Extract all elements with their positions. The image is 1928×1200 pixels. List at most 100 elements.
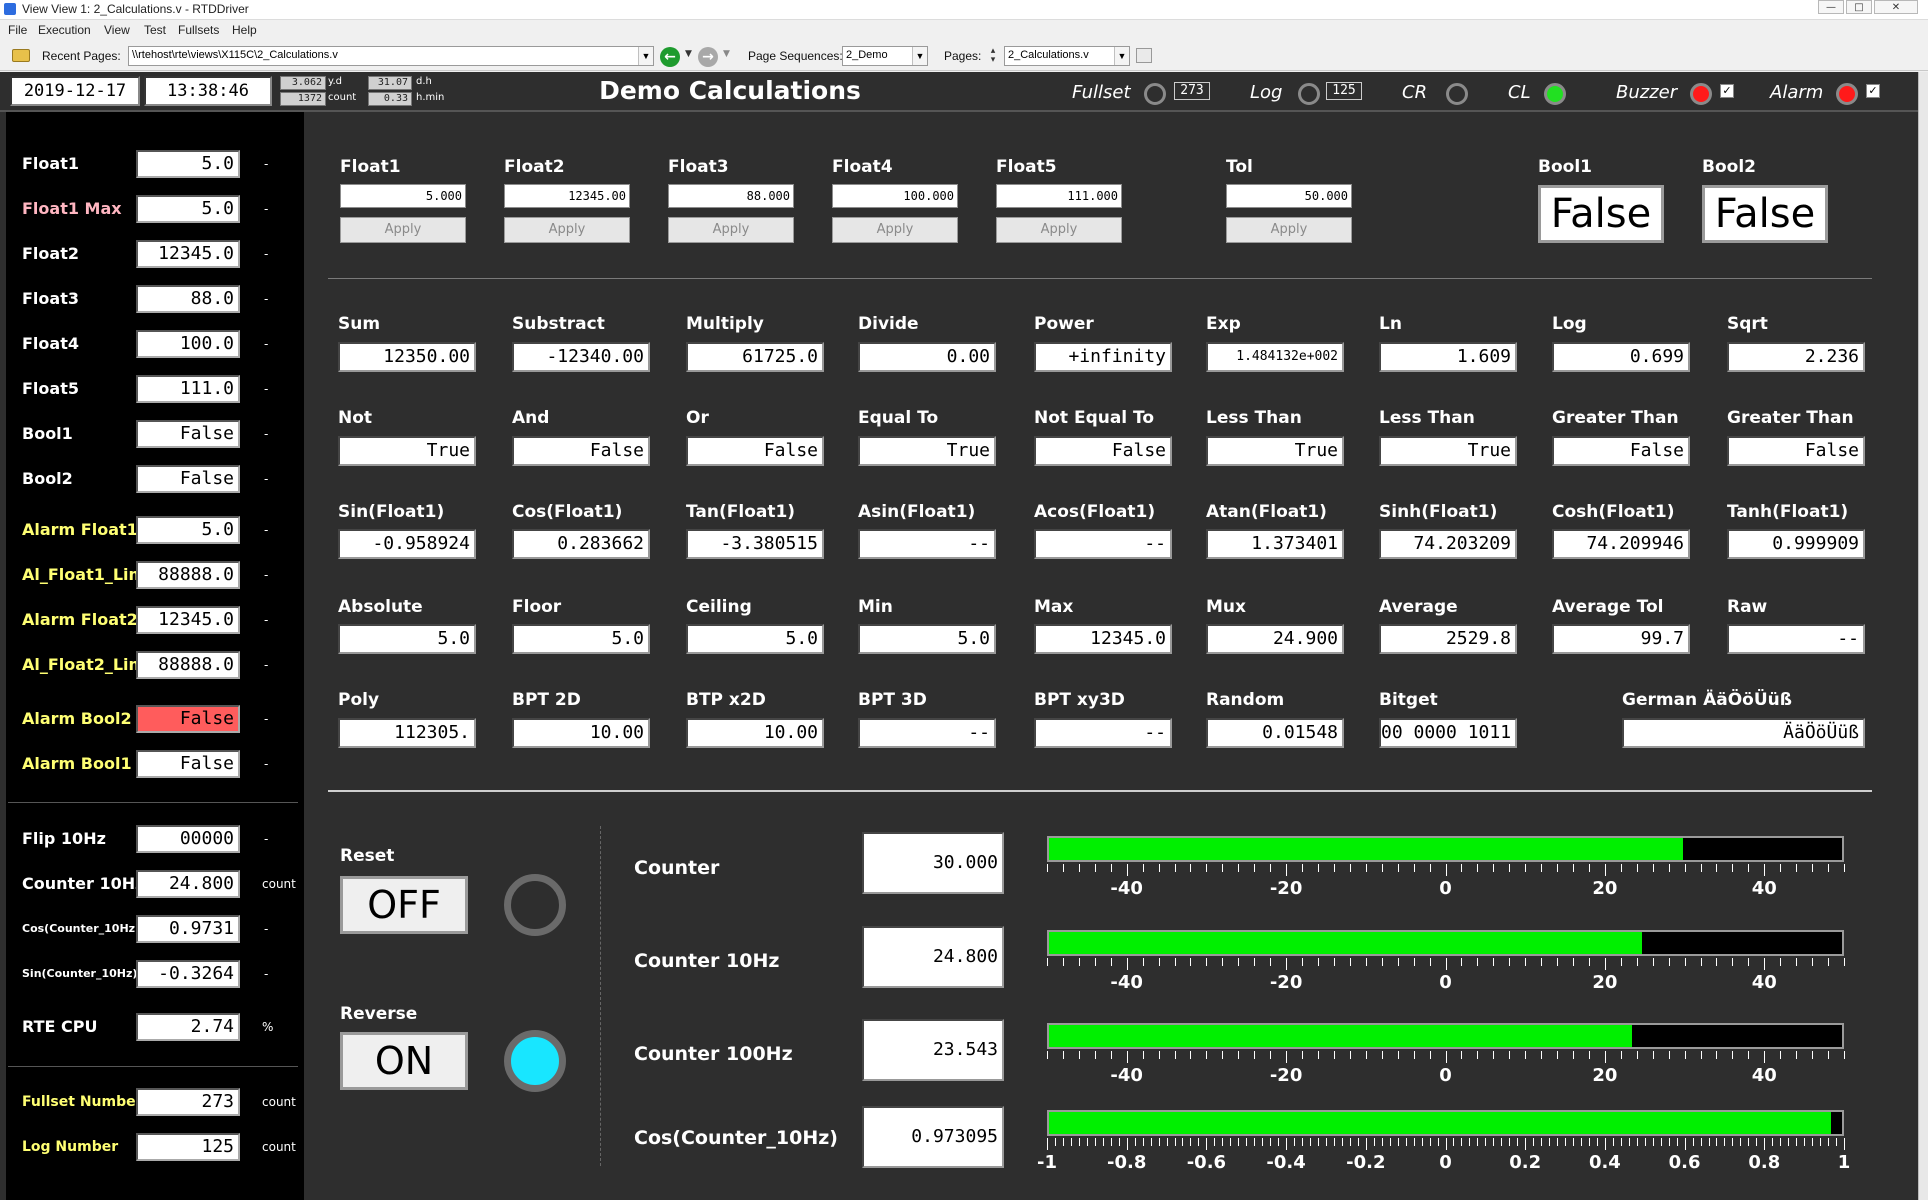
gauge-tick: [1684, 1138, 1686, 1150]
gauge-tick: [1541, 1051, 1543, 1059]
page-sequence-combo[interactable]: 2_Demo ▼: [842, 46, 928, 66]
gauge-tick: [1182, 1138, 1184, 1146]
bool2-button[interactable]: False: [1702, 185, 1828, 243]
gauge-tick: [1206, 958, 1208, 966]
gauge-tick: [1780, 1051, 1782, 1059]
menu-help[interactable]: Help: [232, 23, 257, 37]
gauge-tick: [1612, 1138, 1614, 1146]
menu-view[interactable]: View: [104, 23, 130, 37]
gauge-tick: [1421, 1138, 1423, 1146]
gauge-tick: [1533, 1138, 1535, 1146]
gauge-tick: [1477, 1051, 1479, 1059]
gauge-tick: [1684, 1051, 1686, 1059]
menu-fullsets[interactable]: Fullsets: [178, 23, 219, 37]
result-value-atan-float1: 1.373401: [1206, 529, 1344, 559]
reset-toggle-button[interactable]: OFF: [340, 876, 468, 934]
gauge-tick: [1565, 1138, 1567, 1146]
result-label-mux: Mux: [1206, 597, 1246, 617]
apply-button-float3[interactable]: Apply: [668, 217, 794, 243]
uptime-minutes: 0.33: [368, 92, 412, 106]
open-folder-icon[interactable]: [12, 49, 30, 62]
menu-test[interactable]: Test: [144, 23, 166, 37]
gauge-tick: [1397, 1138, 1399, 1146]
gauge-tick: [1580, 1138, 1582, 1146]
spinner-icon[interactable]: ▴ ▾: [986, 47, 1000, 67]
gauge-tick-label: -20: [1269, 1065, 1303, 1086]
chevron-down-icon[interactable]: ▼: [638, 47, 653, 65]
result-label-asin-float1: Asin(Float1): [858, 502, 976, 522]
input-field-float2[interactable]: 12345.00: [504, 184, 630, 208]
maximize-button[interactable]: □: [1846, 0, 1872, 14]
apply-button-float5[interactable]: Apply: [996, 217, 1122, 243]
gauge-tick: [1668, 1051, 1670, 1059]
bool1-button[interactable]: False: [1538, 185, 1664, 243]
input-field-float5[interactable]: 111.000: [996, 184, 1122, 208]
gauge-tick: [1557, 864, 1559, 872]
gauge-tick: [1078, 1138, 1080, 1146]
gauge-tick: [1604, 1138, 1606, 1150]
result-value-btp-x2d: 10.00: [686, 718, 824, 748]
gauge-bar-counter-100hz: [1047, 1023, 1844, 1049]
gauge-tick-label: -0.8: [1107, 1152, 1147, 1173]
gauge-tick: [1062, 958, 1064, 966]
result-label-sqrt: Sqrt: [1727, 314, 1768, 334]
chevron-down-icon[interactable]: ▼: [685, 49, 692, 59]
reset-label: Reset: [340, 846, 395, 866]
apply-button-float2[interactable]: Apply: [504, 217, 630, 243]
gauge-tick: [1102, 1138, 1104, 1146]
gauge-label-counter-10hz: Counter 10Hz: [634, 950, 780, 972]
input-field-float1[interactable]: 5.000: [340, 184, 466, 208]
result-label-cos-float1: Cos(Float1): [512, 502, 623, 522]
page-settings-icon[interactable]: [1136, 48, 1152, 63]
gauge-tick: [1588, 958, 1590, 966]
input-label-float2: Float2: [504, 157, 565, 177]
bool2-label: Bool2: [1702, 157, 1756, 177]
pages-combo[interactable]: 2_Calculations.v ▼: [1004, 46, 1130, 66]
result-label-divide: Divide: [858, 314, 919, 334]
gauge-tick: [1820, 1138, 1822, 1146]
chevron-down-icon[interactable]: ▼: [912, 47, 927, 65]
gauge-tick: [1764, 864, 1766, 876]
apply-button-tol[interactable]: Apply: [1226, 217, 1352, 243]
left-unit-flip-10hz: -: [264, 832, 269, 846]
back-arrow-icon[interactable]: ←: [660, 47, 680, 67]
gauge-tick: [1828, 958, 1830, 966]
close-button[interactable]: ✕: [1874, 0, 1918, 14]
gauge-tick: [1660, 1138, 1662, 1146]
input-field-float3[interactable]: 88.000: [668, 184, 794, 208]
menu-file[interactable]: File: [8, 23, 27, 37]
alarm-checkbox[interactable]: ✓: [1866, 84, 1880, 98]
input-field-float4[interactable]: 100.000: [832, 184, 958, 208]
chevron-down-icon[interactable]: ▼: [723, 49, 730, 59]
gauge-tick: [1652, 864, 1654, 872]
left-unit-alarm-bool2: -: [264, 712, 269, 726]
menu-execution[interactable]: Execution: [38, 23, 91, 37]
forward-arrow-icon[interactable]: →: [698, 47, 718, 67]
gauge-tick: [1142, 864, 1144, 872]
gauge-tick: [1429, 1051, 1431, 1059]
gauge-tick: [1493, 1051, 1495, 1059]
left-panel-divider: [8, 802, 298, 803]
result-value-and: False: [512, 436, 650, 466]
gauge-tick-label: 1: [1837, 1152, 1851, 1173]
buzzer-checkbox[interactable]: ✓: [1720, 84, 1734, 98]
left-unit-rte-cpu: %: [262, 1020, 274, 1034]
gauge-tick: [1317, 1138, 1319, 1146]
input-field-tol[interactable]: 50.000: [1226, 184, 1352, 208]
result-value-exp: 1.484132e+002: [1206, 342, 1344, 372]
gauge-tick: [1126, 1051, 1128, 1063]
gauge-tick: [1541, 1138, 1543, 1146]
result-value-average: 2529.8: [1379, 624, 1517, 654]
gauge-tick: [1493, 864, 1495, 872]
recent-pages-combo[interactable]: \\rtehost\rte\views\X115C\2_Calculations…: [128, 46, 654, 66]
apply-button-float1[interactable]: Apply: [340, 217, 466, 243]
apply-button-float4[interactable]: Apply: [832, 217, 958, 243]
gauge-tick: [1557, 1138, 1559, 1146]
reverse-toggle-button[interactable]: ON: [340, 1032, 468, 1090]
gauge-tick: [1190, 864, 1192, 872]
gauge-tick: [1413, 864, 1415, 872]
gauge-tick: [1158, 958, 1160, 966]
minimize-button[interactable]: —: [1818, 0, 1844, 14]
left-value-alarm-bool1: False: [136, 750, 240, 778]
chevron-down-icon[interactable]: ▼: [1114, 47, 1129, 65]
